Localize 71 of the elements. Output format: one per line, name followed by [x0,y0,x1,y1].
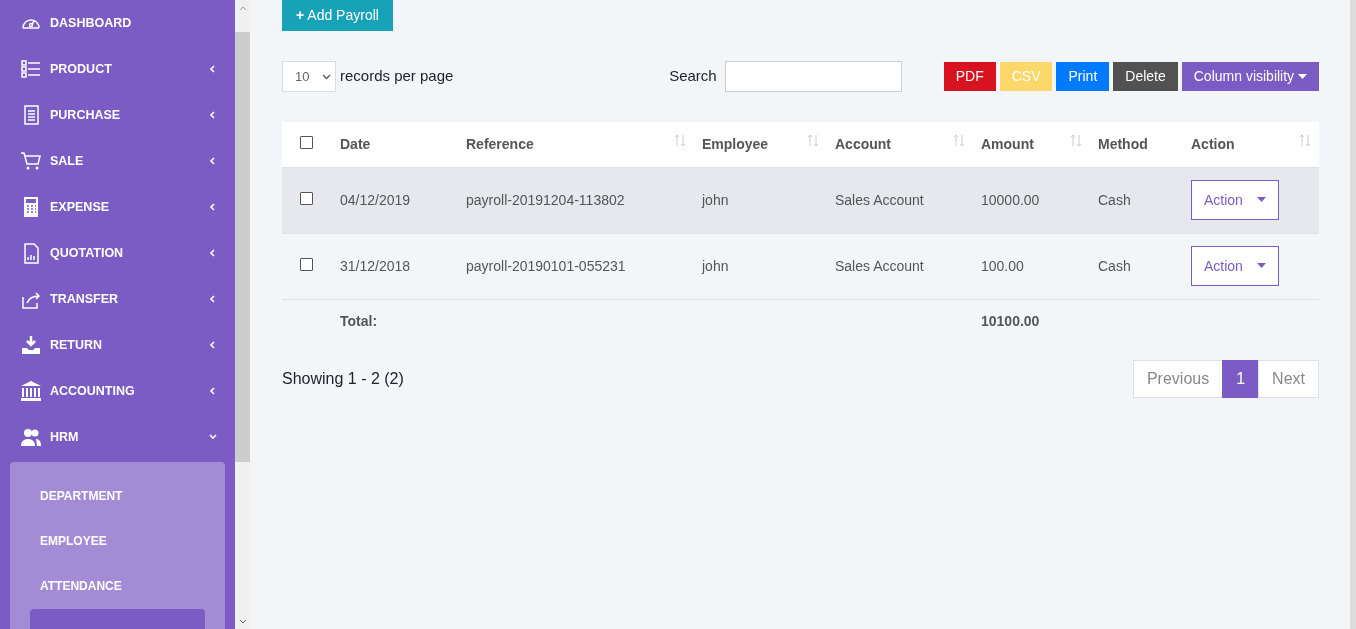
column-header[interactable]: Employee [702,135,769,152]
action-dropdown-button[interactable]: Action [1191,246,1279,286]
table-cell: Sales Account [835,257,924,274]
checkbox[interactable] [300,257,313,271]
pagination-link[interactable]: Next [1258,360,1319,398]
column-header[interactable]: Reference [466,135,534,152]
table-cell: john [702,257,729,274]
column-visibility-button[interactable]: Column visibility [1181,62,1319,91]
menu-item[interactable]: TRANSFER [0,276,235,322]
total-amount: 10100.00 [981,313,1040,330]
scrollbar[interactable] [235,0,250,629]
table-cell: Cash [1098,257,1131,274]
table-cell: Sales Account [835,191,924,208]
menu-item[interactable]: EXPENSE [0,184,235,230]
page-length-label: records per page [340,66,454,87]
table-cell: payroll-20191204-113802 [466,191,625,208]
cart-icon [20,150,42,172]
column-header[interactable]: Account [835,135,891,152]
export-button[interactable]: Print [1056,62,1110,91]
menu-item[interactable]: SALE [0,138,235,184]
table-info: Showing 1 - 2 (2) [282,369,404,389]
export-button[interactable]: PDF [943,62,996,91]
table-cell: 100.00 [981,257,1024,274]
caret-icon [1256,197,1266,203]
sort-icon[interactable] [1070,133,1082,147]
caret-icon [1256,263,1266,269]
menu-item[interactable]: DASHBOARD [0,0,235,46]
chevron-icon [322,73,331,80]
checkbox[interactable] [300,135,313,149]
menu-item[interactable]: PRODUCT [0,46,235,92]
sort-icon[interactable] [807,133,819,147]
table-cell: 10000.00 [981,191,1040,208]
search-field[interactable] [724,61,902,92]
pagination-link[interactable]: 1 [1222,360,1260,398]
pagination-link[interactable]: Previous [1132,360,1224,398]
sort-icon[interactable] [953,133,965,147]
column-header[interactable]: Amount [981,135,1034,152]
table-cell: john [702,191,729,208]
bank-icon [20,380,42,402]
table-cell: payroll-20190101-055231 [466,257,626,274]
column-header[interactable]: Method [1098,135,1148,152]
sort-icon[interactable] [674,133,686,147]
column-header[interactable]: Action [1191,135,1235,152]
export-button[interactable]: Delete [1113,62,1178,91]
submenu-item[interactable]: EMPLOYEE [10,519,225,564]
scroll-up-icon[interactable] [238,5,247,11]
add-payroll-button[interactable]: + Add Payroll [282,0,393,31]
page-length-select[interactable]: 10 [282,61,336,92]
menu-item[interactable]: PURCHASE [0,92,235,138]
caret-icon [1298,74,1307,81]
menu-item[interactable]: ACCOUNTING [0,368,235,414]
column-header[interactable]: Date [340,135,371,152]
table-row[interactable]: 31/12/2018 payroll-20190101-055231 john Sales Account 100.00 Cash Action [282,233,1319,299]
menu-item[interactable]: RETURN [0,322,235,368]
table-cell: 04/12/2019 [340,191,411,208]
menu-item[interactable]: HRM [0,414,235,460]
checkbox[interactable] [300,191,313,205]
submenu-item[interactable]: DEPARTMENT [10,474,225,519]
sort-icon[interactable] [1299,133,1311,147]
list-icon [20,58,42,80]
scroll-down-icon[interactable] [238,618,247,624]
scrollbar[interactable] [1350,0,1356,629]
table-cell: 31/12/2018 [340,257,411,274]
search-label: Search [669,66,717,87]
download-tray-icon [20,334,42,356]
menu-item[interactable]: QUOTATION [0,230,235,276]
total-label: Total: [340,313,378,330]
action-dropdown-button[interactable]: Action [1191,180,1279,220]
users-icon [20,426,42,448]
table-cell: Cash [1098,191,1131,208]
submenu-item[interactable]: ATTENDANCE [10,564,225,609]
